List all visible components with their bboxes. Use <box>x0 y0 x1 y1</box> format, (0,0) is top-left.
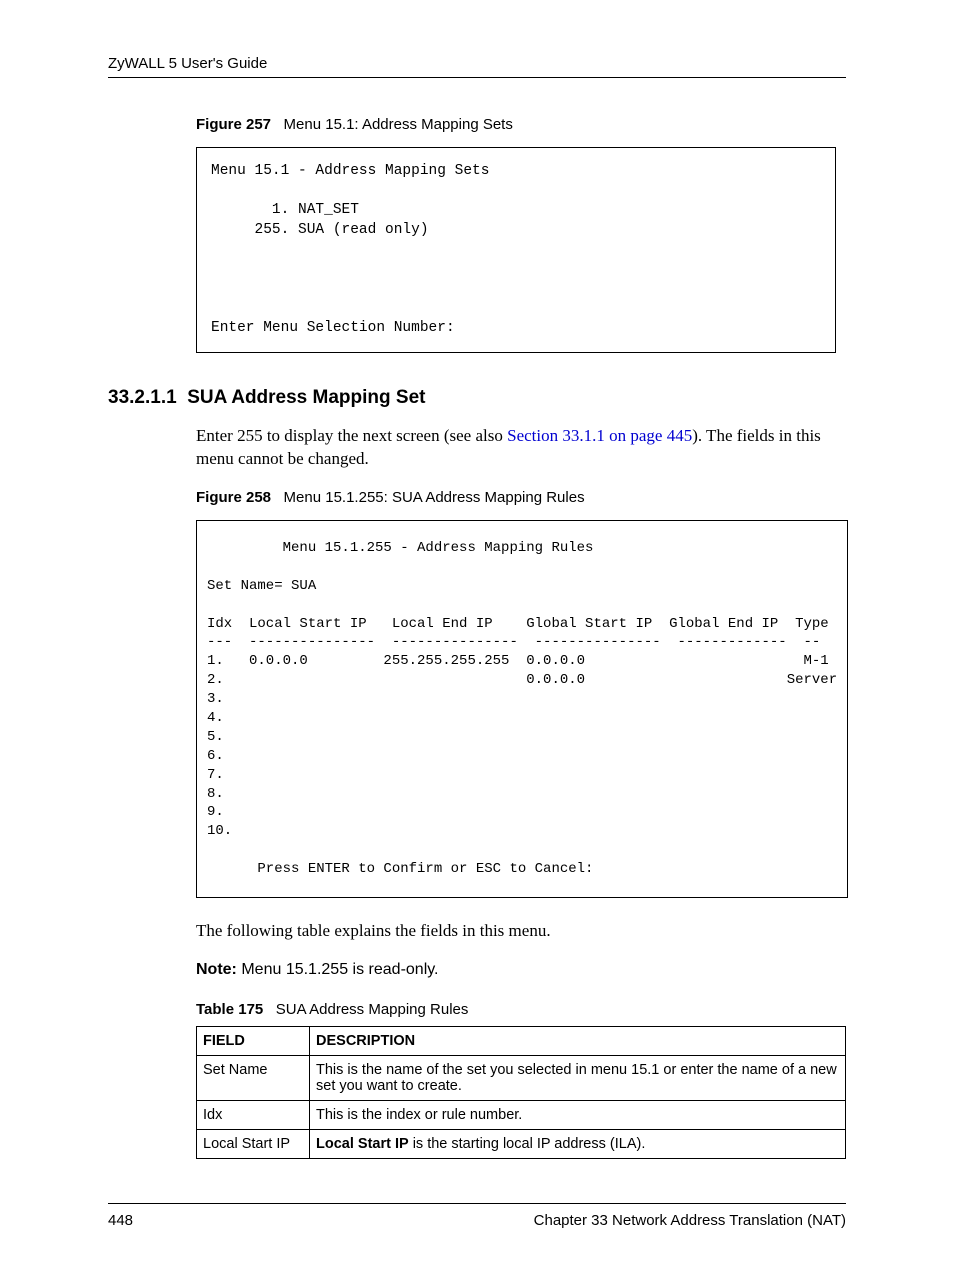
section-title: SUA Address Mapping Set <box>187 387 425 408</box>
cell-desc-rest: is the starting local IP address (ILA). <box>409 1136 646 1152</box>
cell-desc: This is the name of the set you selected… <box>310 1055 846 1100</box>
cell-field: Set Name <box>197 1055 310 1100</box>
figure-257-caption: Figure 257 Menu 15.1: Address Mapping Se… <box>196 116 846 133</box>
figure-257-terminal: Menu 15.1 - Address Mapping Sets 1. NAT_… <box>196 147 836 353</box>
page-footer: 448 Chapter 33 Network Address Translati… <box>108 1203 846 1229</box>
page-header: ZyWALL 5 User's Guide <box>108 55 846 78</box>
cell-desc-bold: Local Start IP <box>316 1136 409 1152</box>
table-row: Idx This is the index or rule number. <box>197 1100 846 1129</box>
th-field: FIELD <box>197 1026 310 1055</box>
page-number: 448 <box>108 1212 133 1229</box>
cell-field: Local Start IP <box>197 1129 310 1158</box>
intro-paragraph: Enter 255 to display the next screen (se… <box>196 425 836 471</box>
figure-257-caption-text: Menu 15.1: Address Mapping Sets <box>284 116 513 133</box>
table-175-caption-text: SUA Address Mapping Rules <box>276 1001 469 1018</box>
cell-field: Idx <box>197 1100 310 1129</box>
th-description: DESCRIPTION <box>310 1026 846 1055</box>
figure-258-terminal: Menu 15.1.255 - Address Mapping Rules Se… <box>196 520 848 898</box>
header-title: ZyWALL 5 User's Guide <box>108 55 267 72</box>
note-text: Menu 15.1.255 is read-only. <box>241 961 438 978</box>
section-number: 33.2.1.1 <box>108 387 177 408</box>
page: ZyWALL 5 User's Guide Figure 257 Menu 15… <box>0 0 954 1269</box>
note-label: Note: <box>196 961 237 978</box>
table-175-caption: Table 175 SUA Address Mapping Rules <box>196 1001 846 1018</box>
intro-link[interactable]: Section 33.1.1 on page 445 <box>507 426 692 445</box>
figure-257-label: Figure 257 <box>196 116 271 133</box>
table-175-label: Table 175 <box>196 1001 263 1018</box>
figure-258-caption-text: Menu 15.1.255: SUA Address Mapping Rules <box>284 489 585 506</box>
figure-258-label: Figure 258 <box>196 489 271 506</box>
figure-258-caption: Figure 258 Menu 15.1.255: SUA Address Ma… <box>196 489 846 506</box>
table-row: Local Start IP Local Start IP is the sta… <box>197 1129 846 1158</box>
table-row: Set Name This is the name of the set you… <box>197 1055 846 1100</box>
cell-desc: Local Start IP is the starting local IP … <box>310 1129 846 1158</box>
chapter-title: Chapter 33 Network Address Translation (… <box>534 1212 846 1229</box>
section-heading: 33.2.1.1 SUA Address Mapping Set <box>108 387 846 409</box>
cell-desc: This is the index or rule number. <box>310 1100 846 1129</box>
after-figure-text: The following table explains the fields … <box>196 920 836 943</box>
intro-before-link: Enter 255 to display the next screen (se… <box>196 426 507 445</box>
table-175: FIELD DESCRIPTION Set Name This is the n… <box>196 1026 846 1159</box>
table-header-row: FIELD DESCRIPTION <box>197 1026 846 1055</box>
note: Note: Menu 15.1.255 is read-only. <box>196 961 846 979</box>
